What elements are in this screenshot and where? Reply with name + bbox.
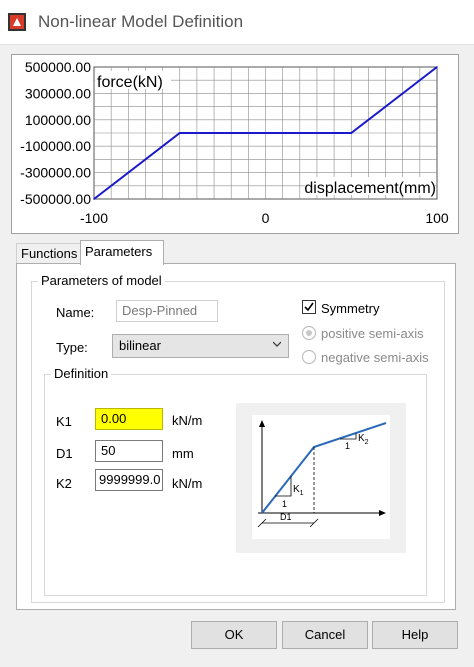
chart-data-point: [350, 132, 353, 134]
k2-field[interactable]: 9999999.0: [95, 469, 163, 491]
k1-label: K1: [56, 414, 72, 429]
d1-label: D1: [56, 446, 73, 461]
chart-y-tick-label: -300000.00: [20, 165, 91, 181]
k1-field[interactable]: 0.00: [95, 408, 163, 430]
type-select[interactable]: bilinear: [112, 334, 289, 358]
name-field[interactable]: Desp-Pinned: [116, 300, 218, 322]
chart-data-point: [178, 132, 181, 134]
diagram-k1-one: 1: [282, 499, 287, 509]
chart-x-tick-label: 0: [262, 210, 270, 226]
chevron-down-icon: [273, 341, 281, 347]
chart-x-tick-label: -100: [80, 210, 108, 226]
tab-parameters[interactable]: Parameters: [80, 240, 164, 265]
positive-semi-axis-label: positive semi-axis: [321, 326, 424, 341]
chart-x-axis-label: displacement(mm): [304, 180, 436, 197]
d1-field[interactable]: 50: [95, 440, 163, 462]
diagram-background: [252, 415, 390, 539]
definition-group-label: Definition: [51, 366, 112, 381]
chart-y-tick-label: -100000.00: [20, 138, 91, 154]
negative-semi-axis-label: negative semi-axis: [321, 350, 429, 365]
chart-y-tick-label: 300000.00: [25, 85, 91, 101]
bilinear-diagram-graphic: 1 K1 1 K2 D1: [252, 415, 390, 539]
help-button[interactable]: Help: [372, 621, 458, 649]
diagram-k2-one: 1: [345, 441, 350, 451]
positive-semi-axis-radio[interactable]: [302, 326, 316, 340]
parameters-group-label: Parameters of model: [38, 273, 165, 288]
diagram-d1-label: D1: [280, 512, 292, 522]
ok-button[interactable]: OK: [191, 621, 277, 649]
symmetry-checkbox[interactable]: [302, 300, 316, 314]
cancel-button[interactable]: Cancel: [282, 621, 368, 649]
k1-unit: kN/m: [172, 413, 203, 428]
chart-x-tick-label: 100: [425, 210, 449, 226]
force-displacement-chart: 500000.00 300000.00 100000.00 -100000.00 -30…: [11, 54, 459, 234]
chart-y-tick-label: 500000.00: [25, 59, 91, 75]
chart-y-tick-label: -500000.00: [20, 191, 91, 207]
name-label: Name:: [56, 305, 95, 320]
window-title: Non-linear Model Definition: [38, 12, 244, 31]
app-logo-icon: [8, 13, 26, 31]
k2-unit: kN/m: [172, 476, 203, 491]
chart-data-point: [436, 66, 438, 68]
negative-semi-axis-radio[interactable]: [302, 350, 316, 364]
chart-y-axis-label: force(kN): [97, 74, 163, 91]
type-select-value: bilinear: [119, 338, 161, 353]
checkmark-icon: [304, 302, 314, 312]
chart-y-tick-label: 100000.00: [25, 112, 91, 128]
chart-canvas: 500000.00 300000.00 100000.00 -100000.00 -30…: [20, 59, 449, 226]
type-label: Type:: [56, 340, 88, 355]
bilinear-diagram: 1 K1 1 K2 D1: [236, 403, 406, 553]
k2-label: K2: [56, 476, 72, 491]
chart-data-point: [93, 198, 95, 200]
title-bar: Non-linear Model Definition: [0, 0, 474, 45]
symmetry-label: Symmetry: [321, 301, 380, 316]
d1-unit: mm: [172, 446, 194, 461]
tab-functions[interactable]: Functions: [16, 243, 88, 264]
